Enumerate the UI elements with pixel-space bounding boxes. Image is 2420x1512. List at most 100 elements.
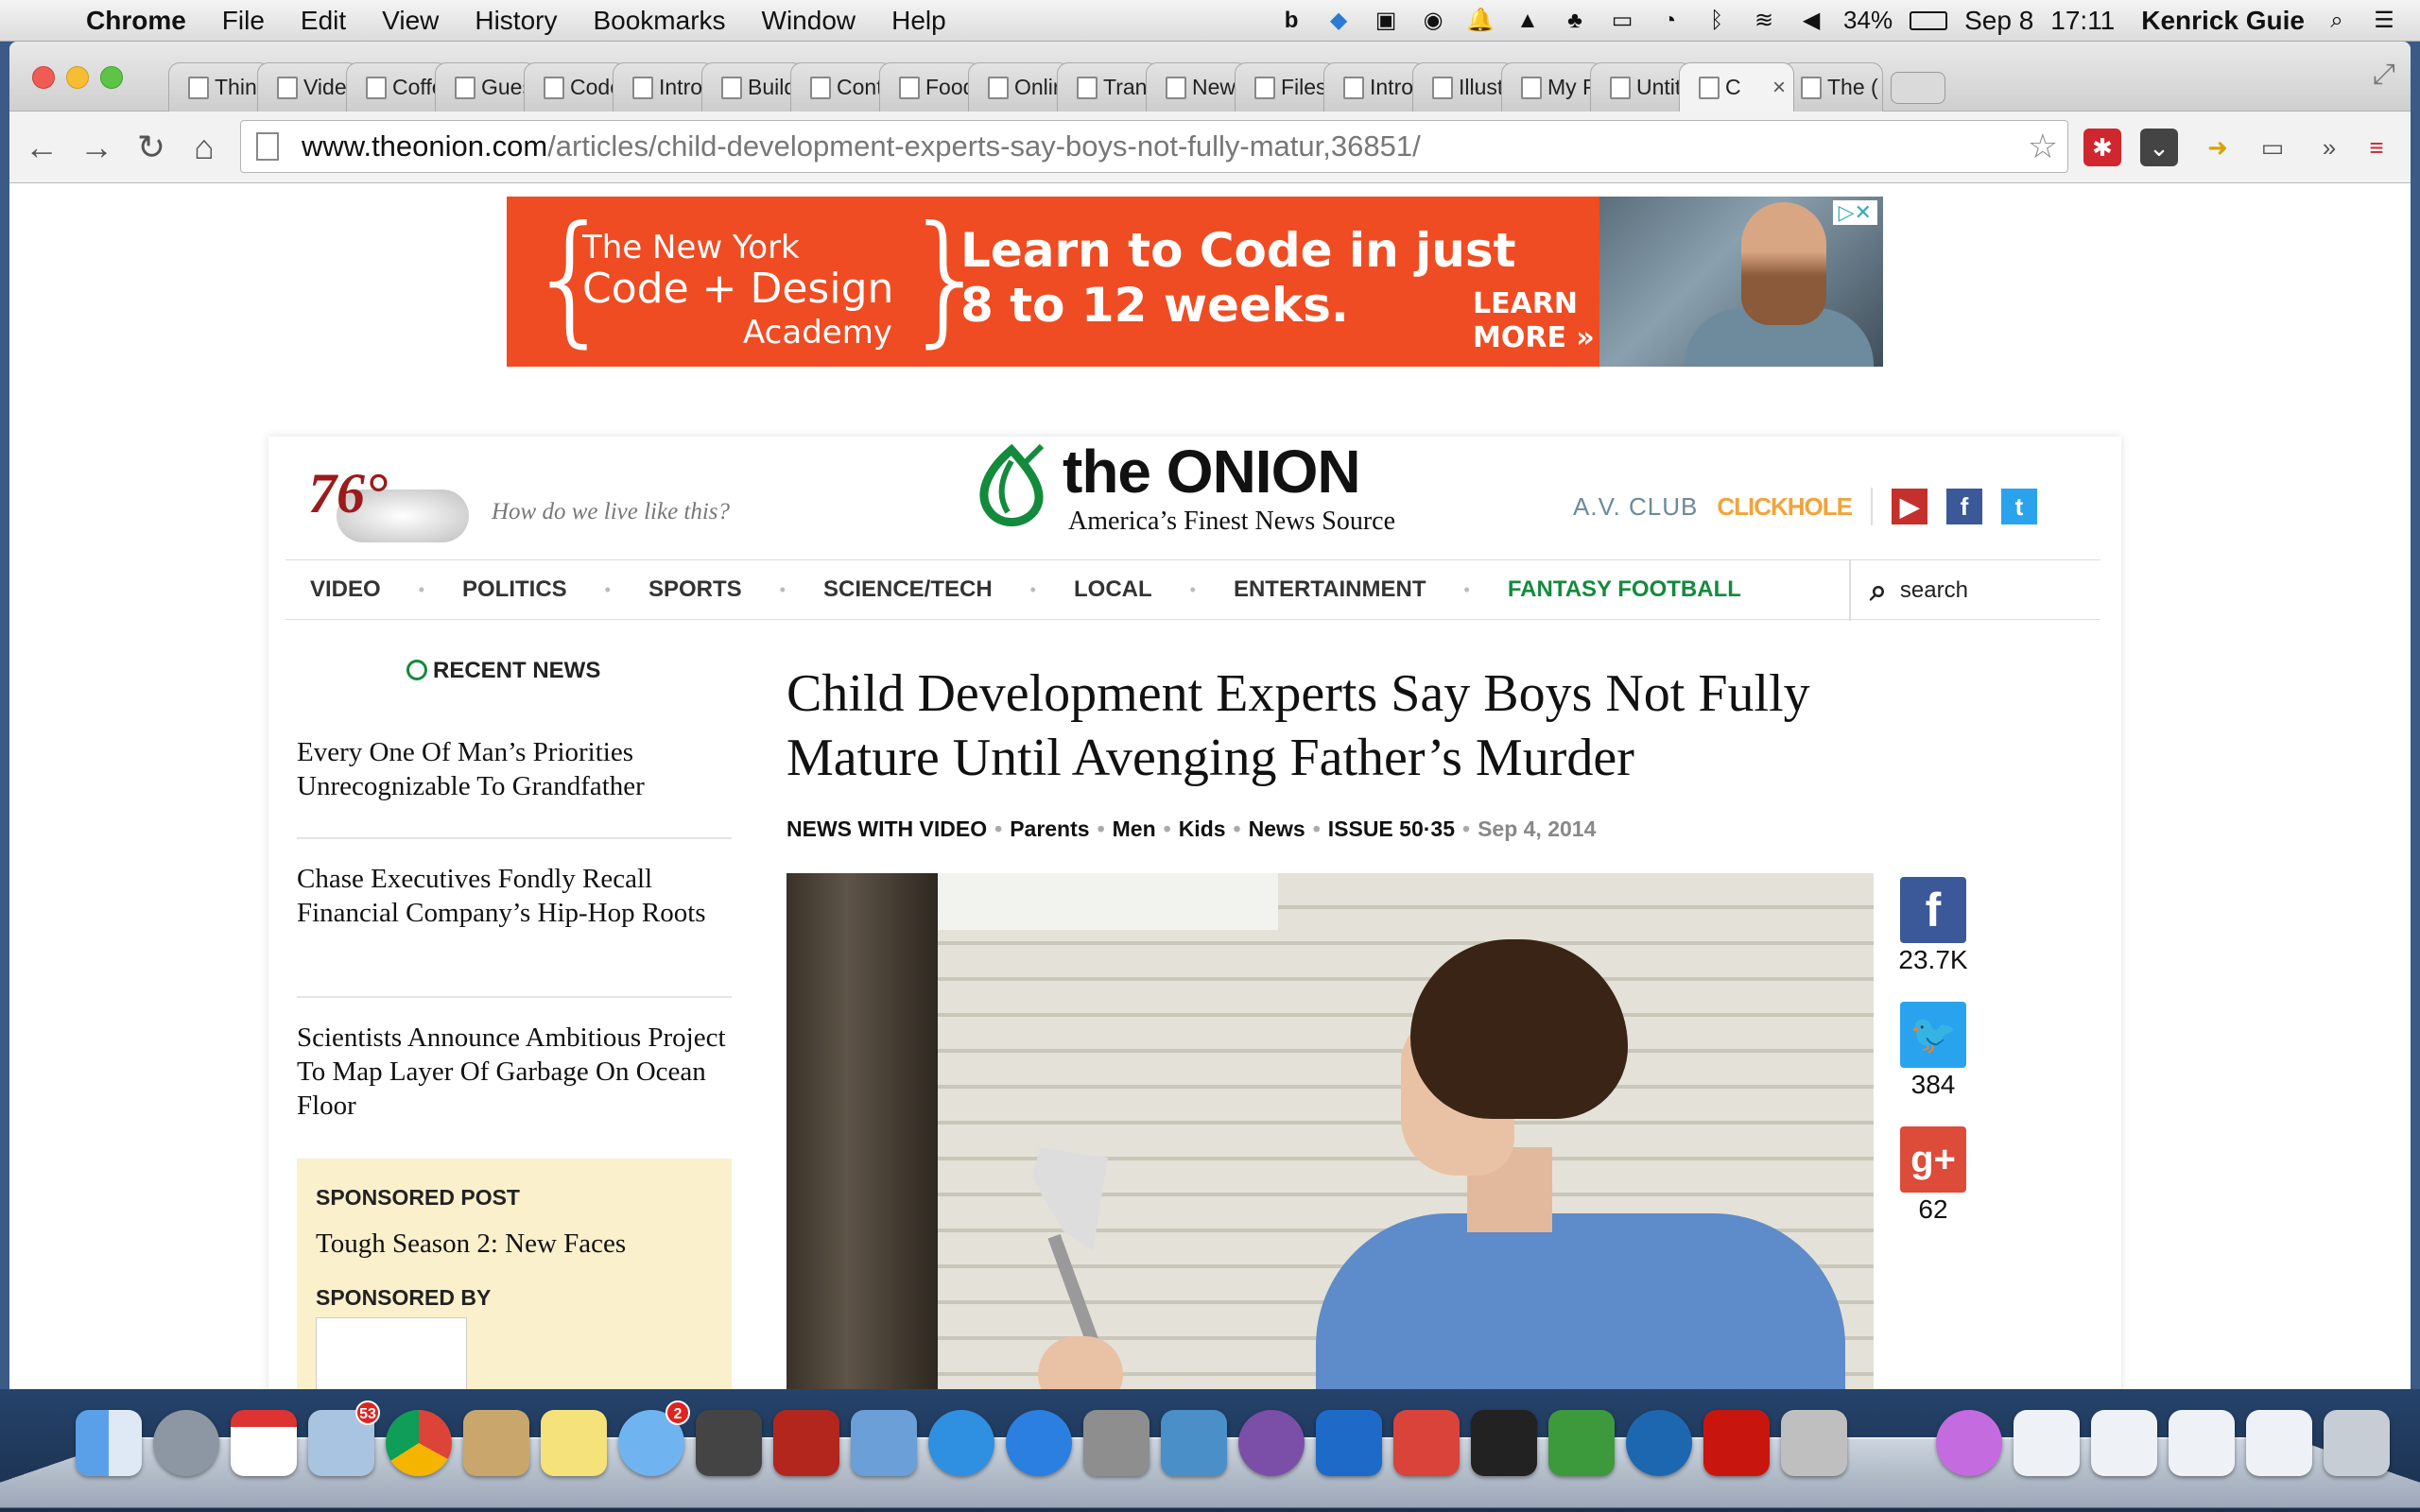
browser-tab[interactable]: Thin — [168, 62, 270, 112]
menu-user[interactable]: Kenrick Guie — [2141, 6, 2305, 36]
browser-tab[interactable]: Illust — [1412, 62, 1514, 112]
teamviewer-icon[interactable] — [1316, 1410, 1382, 1476]
fullscreen-icon[interactable]: ⤢ — [2373, 59, 2395, 91]
volume-icon[interactable]: ◀ — [1796, 7, 1826, 35]
article-video[interactable] — [786, 873, 1874, 1389]
airplay-icon[interactable]: ▭ — [1607, 7, 1637, 35]
terminal-icon[interactable] — [1471, 1410, 1537, 1476]
nav-video[interactable]: VIDEO — [310, 576, 381, 603]
trash-icon[interactable] — [2324, 1410, 2390, 1476]
zoom-window-button[interactable] — [100, 66, 123, 89]
ad-banner[interactable]: { The New York Code + Design Academy } L… — [507, 197, 1883, 367]
twitter-icon[interactable]: t — [2001, 489, 2037, 524]
sponsored-post[interactable]: SPONSORED POST Tough Season 2: New Faces… — [297, 1159, 732, 1389]
avclub-link[interactable]: A.V. CLUB — [1573, 492, 1698, 522]
nav-science-tech[interactable]: SCIENCE/TECH — [823, 576, 993, 603]
minimized-window-1-icon[interactable] — [2014, 1410, 2080, 1476]
facetime-icon[interactable] — [696, 1410, 762, 1476]
weather-widget[interactable]: 76° — [308, 461, 469, 542]
share-twitter[interactable]: 🐦 384 — [1891, 1002, 1976, 1100]
pocket-extension-icon[interactable]: ⌄ — [2140, 129, 2178, 166]
cast-icon[interactable]: ▭ — [2254, 129, 2291, 166]
meta-tag-parents[interactable]: Parents — [1010, 816, 1089, 841]
lastpass-extension-icon[interactable]: ✱ — [2083, 129, 2121, 166]
wifi-icon[interactable]: ≋ — [1749, 7, 1779, 35]
browser-tab[interactable]: Files — [1235, 62, 1337, 112]
menu-view[interactable]: View — [364, 6, 457, 36]
sponsored-post-title[interactable]: Tough Season 2: New Faces — [316, 1228, 626, 1260]
recent-story-1[interactable]: Every One Of Man’s Priorities Unrecogniz… — [297, 735, 732, 803]
notification-center-icon[interactable]: ☰ — [2369, 7, 2399, 35]
recent-story-2[interactable]: Chase Executives Fondly Recall Financial… — [297, 862, 732, 930]
menu-history[interactable]: History — [457, 6, 575, 36]
browser-tab[interactable]: Gues — [435, 62, 537, 112]
meta-news-with-video[interactable]: NEWS WITH VIDEO — [786, 816, 987, 841]
home-button[interactable]: ⌂ — [185, 129, 223, 166]
back-button[interactable]: ← — [23, 129, 60, 166]
nav-sports[interactable]: SPORTS — [648, 576, 742, 603]
browser-tab[interactable]: My P — [1501, 62, 1603, 112]
finder-icon[interactable] — [76, 1410, 142, 1476]
menu-edit[interactable]: Edit — [283, 6, 364, 36]
battery-percent[interactable]: 34% — [1843, 6, 1893, 35]
recent-story-3[interactable]: Scientists Announce Ambitious Project To… — [297, 1021, 732, 1123]
spotlight-search-icon[interactable]: ⌕ — [2322, 7, 2352, 35]
chrome-icon[interactable] — [386, 1410, 452, 1476]
contacts-icon[interactable] — [463, 1410, 529, 1476]
browser-tab[interactable]: Code — [524, 62, 626, 112]
mail-icon[interactable]: 53 — [308, 1400, 380, 1476]
site-search[interactable]: ⌕ search — [1849, 560, 1968, 621]
dropbox-icon[interactable]: ◆ — [1323, 7, 1354, 35]
nav-politics[interactable]: POLITICS — [462, 576, 567, 603]
evernote-dock-icon[interactable] — [1548, 1410, 1615, 1476]
launchpad-icon[interactable] — [153, 1410, 219, 1476]
browser-tab[interactable]: Coffe — [346, 62, 448, 112]
meta-tag-men[interactable]: Men — [1113, 816, 1156, 841]
menu-help[interactable]: Help — [873, 6, 964, 36]
iphoto-icon[interactable] — [851, 1410, 917, 1476]
evernote-helper-icon[interactable]: ◉ — [1418, 7, 1448, 35]
screenshot-icon[interactable]: ▣ — [1371, 7, 1401, 35]
notifications-icon[interactable]: 🔔 — [1465, 7, 1495, 35]
xcode-icon[interactable] — [1161, 1410, 1227, 1476]
menu-window[interactable]: Window — [744, 6, 874, 36]
menu-app-chrome[interactable]: Chrome — [68, 6, 204, 36]
flower-app-icon[interactable] — [1936, 1410, 2002, 1476]
meta-tag-kids[interactable]: Kids — [1179, 816, 1226, 841]
menu-bookmarks[interactable]: Bookmarks — [575, 6, 743, 36]
more-extensions-icon[interactable]: » — [2310, 129, 2348, 166]
browser-tab[interactable]: Untit — [1590, 62, 1692, 112]
downloads-folder-icon[interactable] — [1858, 1410, 1925, 1476]
minimized-window-3-icon[interactable] — [2169, 1410, 2235, 1476]
meta-tag-news[interactable]: News — [1249, 816, 1305, 841]
menu-time[interactable]: 17:11 — [2050, 6, 2115, 36]
close-window-button[interactable] — [32, 66, 55, 89]
minimize-window-button[interactable] — [66, 66, 89, 89]
minimized-window-4-icon[interactable] — [2246, 1410, 2312, 1476]
nav-local[interactable]: LOCAL — [1074, 576, 1152, 603]
browser-tab[interactable]: Intro — [1323, 62, 1426, 112]
ad-learn-more[interactable]: LEARN MORE » — [1473, 287, 1595, 355]
bitly-icon[interactable]: b — [1276, 7, 1306, 35]
chrome-menu-icon[interactable]: ≡ — [2358, 129, 2395, 166]
reload-button[interactable]: ↻ — [132, 129, 170, 166]
battery-icon[interactable] — [1910, 10, 1948, 30]
wunderlist-icon[interactable] — [1393, 1410, 1460, 1476]
system-preferences-icon[interactable] — [1083, 1410, 1150, 1476]
skype-icon[interactable] — [1626, 1410, 1692, 1476]
browser-tab[interactable]: The ( — [1781, 62, 1883, 112]
calculator-icon[interactable] — [1781, 1410, 1847, 1476]
facebook-icon[interactable]: f — [1946, 489, 1982, 524]
bluetooth-icon[interactable]: ᛒ — [1702, 7, 1732, 35]
github-icon[interactable] — [1238, 1410, 1305, 1476]
share-googleplus[interactable]: g+ 62 — [1891, 1126, 1976, 1225]
browser-tab[interactable]: Food — [879, 62, 981, 112]
clickhole-link[interactable]: CLICKHOLE — [1717, 492, 1853, 522]
nav-fantasy-football[interactable]: FANTASY FOOTBALL — [1508, 576, 1741, 603]
app-store-icon[interactable] — [1006, 1410, 1072, 1476]
browser-tab[interactable]: Vide — [257, 62, 359, 112]
bookmark-star-icon[interactable]: ☆ — [2028, 121, 2058, 172]
messages-icon[interactable]: 2 — [618, 1400, 690, 1476]
browser-tab[interactable]: Build — [701, 62, 804, 112]
acrobat-icon[interactable] — [1703, 1410, 1770, 1476]
